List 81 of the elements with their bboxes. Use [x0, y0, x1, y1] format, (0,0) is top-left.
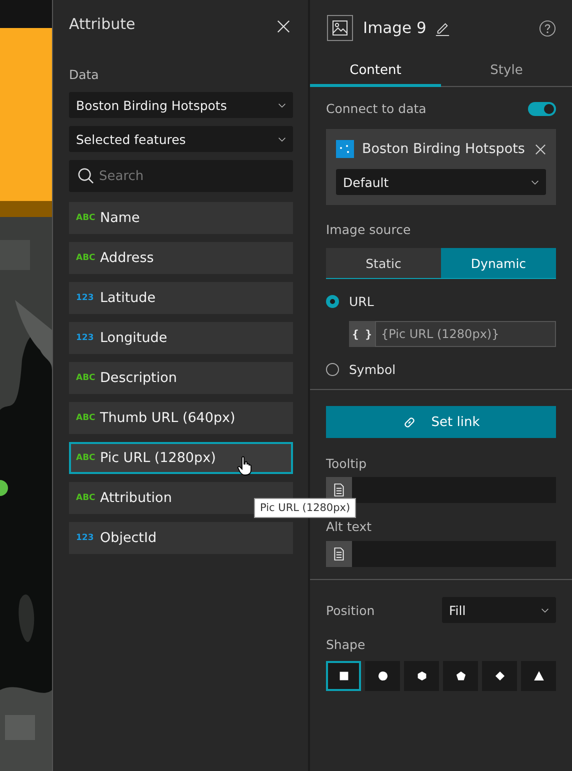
field-type-label: ABC — [76, 413, 96, 423]
field-item[interactable]: ABC Address — [69, 242, 293, 274]
image-source-label: Image source — [326, 222, 412, 237]
triangle-icon — [532, 669, 546, 683]
pencil-icon[interactable] — [435, 20, 450, 36]
field-type-label: 123 — [76, 293, 95, 303]
alt-text-field[interactable] — [326, 541, 556, 567]
chevron-icon — [278, 102, 286, 108]
expression-button[interactable]: { } — [349, 321, 375, 347]
field-item[interactable]: ABC Pic URL (1280px) — [69, 442, 293, 474]
tooltip-label: Tooltip — [326, 456, 368, 471]
expression-field[interactable]: {Pic URL (1280px)} — [375, 321, 556, 347]
panel-title: Attribute — [69, 15, 136, 33]
help-icon[interactable] — [539, 20, 556, 36]
field-item[interactable]: ABC Thumb URL (640px) — [69, 402, 293, 434]
shape-button[interactable] — [482, 661, 517, 691]
shape-button[interactable] — [365, 661, 400, 691]
field-item[interactable]: 123 ObjectId — [69, 522, 293, 554]
data-source-dropdown[interactable]: Boston Birding Hotspots — [69, 92, 293, 118]
shape-button[interactable] — [326, 661, 361, 691]
link-icon — [402, 414, 418, 430]
position-label: Position — [326, 602, 375, 618]
chevron-icon — [541, 608, 549, 612]
field-item[interactable]: 123 Longitude — [69, 322, 293, 354]
data-source-name: Boston Birding Hotspots — [362, 141, 525, 157]
diamond-icon — [492, 669, 506, 683]
pentagon-icon — [454, 669, 468, 683]
radio-button[interactable] — [326, 363, 339, 376]
field-type-label: ABC — [76, 213, 96, 223]
image-icon — [327, 15, 353, 41]
tooltip-field[interactable] — [326, 477, 556, 503]
view-dropdown[interactable]: Default — [336, 169, 546, 195]
field-name: Pic URL (1280px) — [100, 450, 216, 466]
chevron-icon — [531, 180, 539, 184]
data-label: Data — [69, 67, 99, 82]
field-name: Latitude — [100, 290, 156, 306]
mode-button[interactable]: Static — [326, 248, 441, 278]
field-item[interactable]: ABC Description — [69, 362, 293, 394]
toggle-switch[interactable] — [528, 102, 556, 116]
field-item[interactable]: 123 Latitude — [69, 282, 293, 314]
circle-icon — [376, 669, 390, 683]
connect-label: Connect to data — [326, 101, 426, 116]
tab[interactable]: Style — [441, 56, 572, 87]
field-name: ObjectId — [100, 530, 157, 546]
alt-text-label: Alt text — [326, 519, 373, 534]
hand-cursor-icon — [237, 456, 253, 476]
search-icon — [77, 167, 94, 184]
shape-button[interactable] — [404, 661, 439, 691]
field-name: Attribution — [100, 490, 172, 506]
shape-label: Shape — [326, 637, 366, 652]
radio-label: URL — [349, 294, 374, 309]
filter-dropdown[interactable]: Selected features — [69, 126, 293, 152]
position-dropdown[interactable]: Fill — [442, 597, 556, 623]
field-name: Longitude — [100, 330, 168, 346]
mode-button[interactable]: Dynamic — [441, 248, 556, 278]
set-link-button[interactable]: Set link — [326, 406, 556, 438]
field-name: Description — [100, 370, 177, 386]
chevron-icon — [278, 136, 286, 142]
field-name: Name — [100, 210, 140, 226]
radio-button[interactable] — [326, 295, 339, 308]
search-field[interactable]: Search — [69, 160, 293, 192]
close-icon[interactable] — [276, 18, 291, 34]
document-icon — [333, 483, 345, 497]
field-type-label: 123 — [76, 333, 95, 343]
field-name: Address — [100, 250, 154, 266]
field-type-label: ABC — [76, 493, 96, 503]
shape-button[interactable] — [521, 661, 556, 691]
document-icon — [333, 547, 345, 561]
radio-label: Symbol — [349, 362, 396, 377]
tooltip: Pic URL (1280px) — [254, 498, 356, 518]
field-name: Thumb URL (640px) — [100, 410, 236, 426]
field-type-label: 123 — [76, 533, 95, 543]
shape-button[interactable] — [443, 661, 478, 691]
widget-title: Image 9 — [363, 19, 426, 37]
field-item[interactable]: ABC Name — [69, 202, 293, 234]
tab[interactable]: Content — [310, 56, 441, 87]
field-type-label: ABC — [76, 253, 96, 263]
field-type-label: ABC — [76, 453, 96, 463]
point-layer-icon — [336, 140, 354, 158]
close-icon[interactable] — [535, 144, 546, 154]
field-type-label: ABC — [76, 373, 96, 383]
